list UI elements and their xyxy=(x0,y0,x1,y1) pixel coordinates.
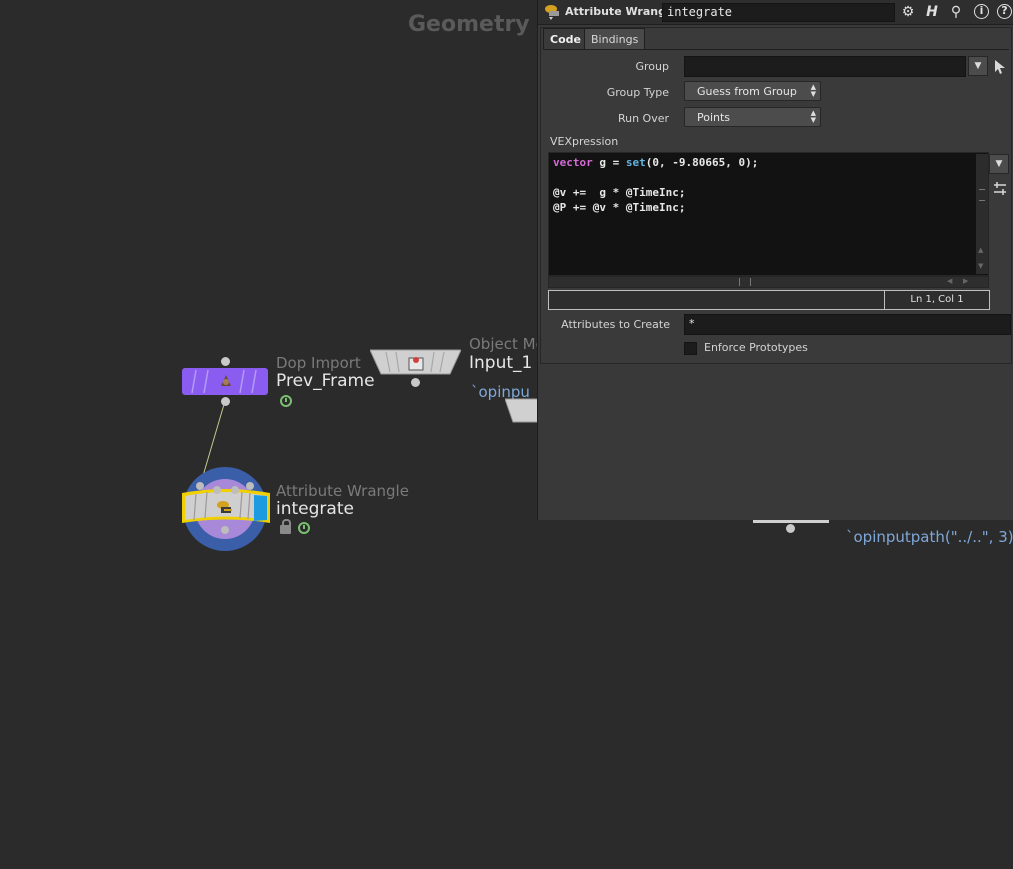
tab-bindings[interactable]: Bindings xyxy=(584,28,646,50)
run-over-value: Points xyxy=(697,111,731,124)
pane-header: Attribute Wrangle integrate ⚙ H ⚲ i ? xyxy=(538,0,1013,25)
hidden-node-output-connector[interactable] xyxy=(786,524,795,533)
dop-import-input-connector[interactable] xyxy=(221,357,230,366)
group-type-menu[interactable]: Guess from Group ▲ ▼ xyxy=(684,81,821,101)
code-keyword: vector xyxy=(553,156,593,169)
object-merge-type-label: Object Me xyxy=(469,335,545,353)
scroll-right-icon[interactable]: ▶ xyxy=(963,277,968,285)
group-dropdown-button[interactable]: ▼ xyxy=(968,56,988,76)
dop-import-type-label: Dop Import xyxy=(276,354,361,372)
dop-import-icon xyxy=(221,375,231,386)
attribute-wrangle-icon xyxy=(217,501,232,513)
code-line-3: @v += g * @TimeInc; xyxy=(553,186,686,199)
scroll-up-icon[interactable]: ▲ xyxy=(978,246,983,254)
menu-spin-icon: ▲ ▼ xyxy=(810,83,816,98)
group-type-value: Guess from Group xyxy=(697,85,797,98)
node-name-field[interactable]: integrate xyxy=(662,3,895,22)
code-vertical-scrollbar[interactable]: ▲ ▼ xyxy=(976,154,988,274)
display-flag-icon[interactable] xyxy=(280,395,292,407)
object-merge-icon xyxy=(408,357,424,371)
scroll-grip-icon[interactable] xyxy=(739,278,751,286)
vexpression-label: VEXpression xyxy=(550,135,619,148)
group-label: Group xyxy=(635,60,670,73)
tab-divider xyxy=(543,49,1009,50)
attribute-wrangle-type-label: Attribute Wrangle xyxy=(276,482,409,500)
menu-spin-icon: ▲ ▼ xyxy=(810,109,816,124)
lock-icon[interactable] xyxy=(280,519,291,534)
object-merge-output-connector[interactable] xyxy=(411,378,420,387)
parameter-pane: Attribute Wrangle integrate ⚙ H ⚲ i ? Co… xyxy=(537,0,1013,520)
enforce-prototypes-checkbox[interactable] xyxy=(684,342,697,355)
editor-status-bar: Ln 1, Col 1 xyxy=(548,290,990,310)
vex-presets-dropdown[interactable]: ▼ xyxy=(989,154,1009,174)
display-flag-icon[interactable] xyxy=(298,522,310,534)
attribute-wrangle-node[interactable] xyxy=(180,466,272,552)
group-type-label: Group Type xyxy=(606,86,669,99)
info-icon[interactable]: i xyxy=(974,4,989,19)
run-over-menu[interactable]: Points ▲ ▼ xyxy=(684,107,821,127)
cursor-position: Ln 1, Col 1 xyxy=(884,291,989,309)
attribute-wrangle-node-name[interactable]: integrate xyxy=(276,499,354,519)
vexpression-code-editor[interactable]: vector g = set(0, -9.80665, 0); @v += g … xyxy=(548,152,989,276)
run-over-label: Run Over xyxy=(617,112,669,125)
tab-code[interactable]: Code xyxy=(543,28,588,50)
attribute-wrangle-icon[interactable] xyxy=(544,3,561,20)
enforce-prototypes-label: Enforce Prototypes xyxy=(704,341,808,354)
search-icon[interactable]: ⚲ xyxy=(947,3,965,21)
object-merge-node-name[interactable]: Input_1 xyxy=(469,353,532,373)
node-type-label: Attribute Wrangle xyxy=(565,5,678,18)
hidden-node-partial[interactable] xyxy=(504,398,539,423)
attributes-to-create-field[interactable]: * xyxy=(684,314,1011,335)
scroll-down-icon[interactable]: ▼ xyxy=(978,262,983,270)
gear-icon[interactable]: ⚙ xyxy=(899,3,917,21)
scroll-grip-icon[interactable] xyxy=(979,189,985,201)
hidden-node-path-expression: `opinputpath("../..", 3)` xyxy=(846,528,1013,546)
help-h-icon[interactable]: H xyxy=(923,3,941,21)
group-field[interactable] xyxy=(684,56,966,77)
create-spare-parameters-icon[interactable] xyxy=(991,180,1009,198)
code-horizontal-scrollbar[interactable]: ◀ ▶ xyxy=(548,276,989,288)
attributes-to-create-label: Attributes to Create xyxy=(561,318,670,331)
code-line-1: vector g = set(0, -9.80665, 0); xyxy=(553,156,759,169)
dop-import-node-name[interactable]: Prev_Frame xyxy=(276,371,375,391)
scroll-left-icon[interactable]: ◀ xyxy=(947,277,952,285)
dop-import-node[interactable] xyxy=(182,368,268,395)
code-line-4: @P += @v * @TimeInc; xyxy=(553,201,686,214)
help-icon[interactable]: ? xyxy=(997,4,1012,19)
dop-import-output-connector[interactable] xyxy=(221,397,230,406)
object-merge-node[interactable] xyxy=(369,349,462,375)
parameter-body: Code Bindings Group ▼ Group Type Guess f… xyxy=(540,27,1012,364)
select-arrow-icon[interactable] xyxy=(993,59,1007,75)
code-function: set xyxy=(625,156,646,169)
